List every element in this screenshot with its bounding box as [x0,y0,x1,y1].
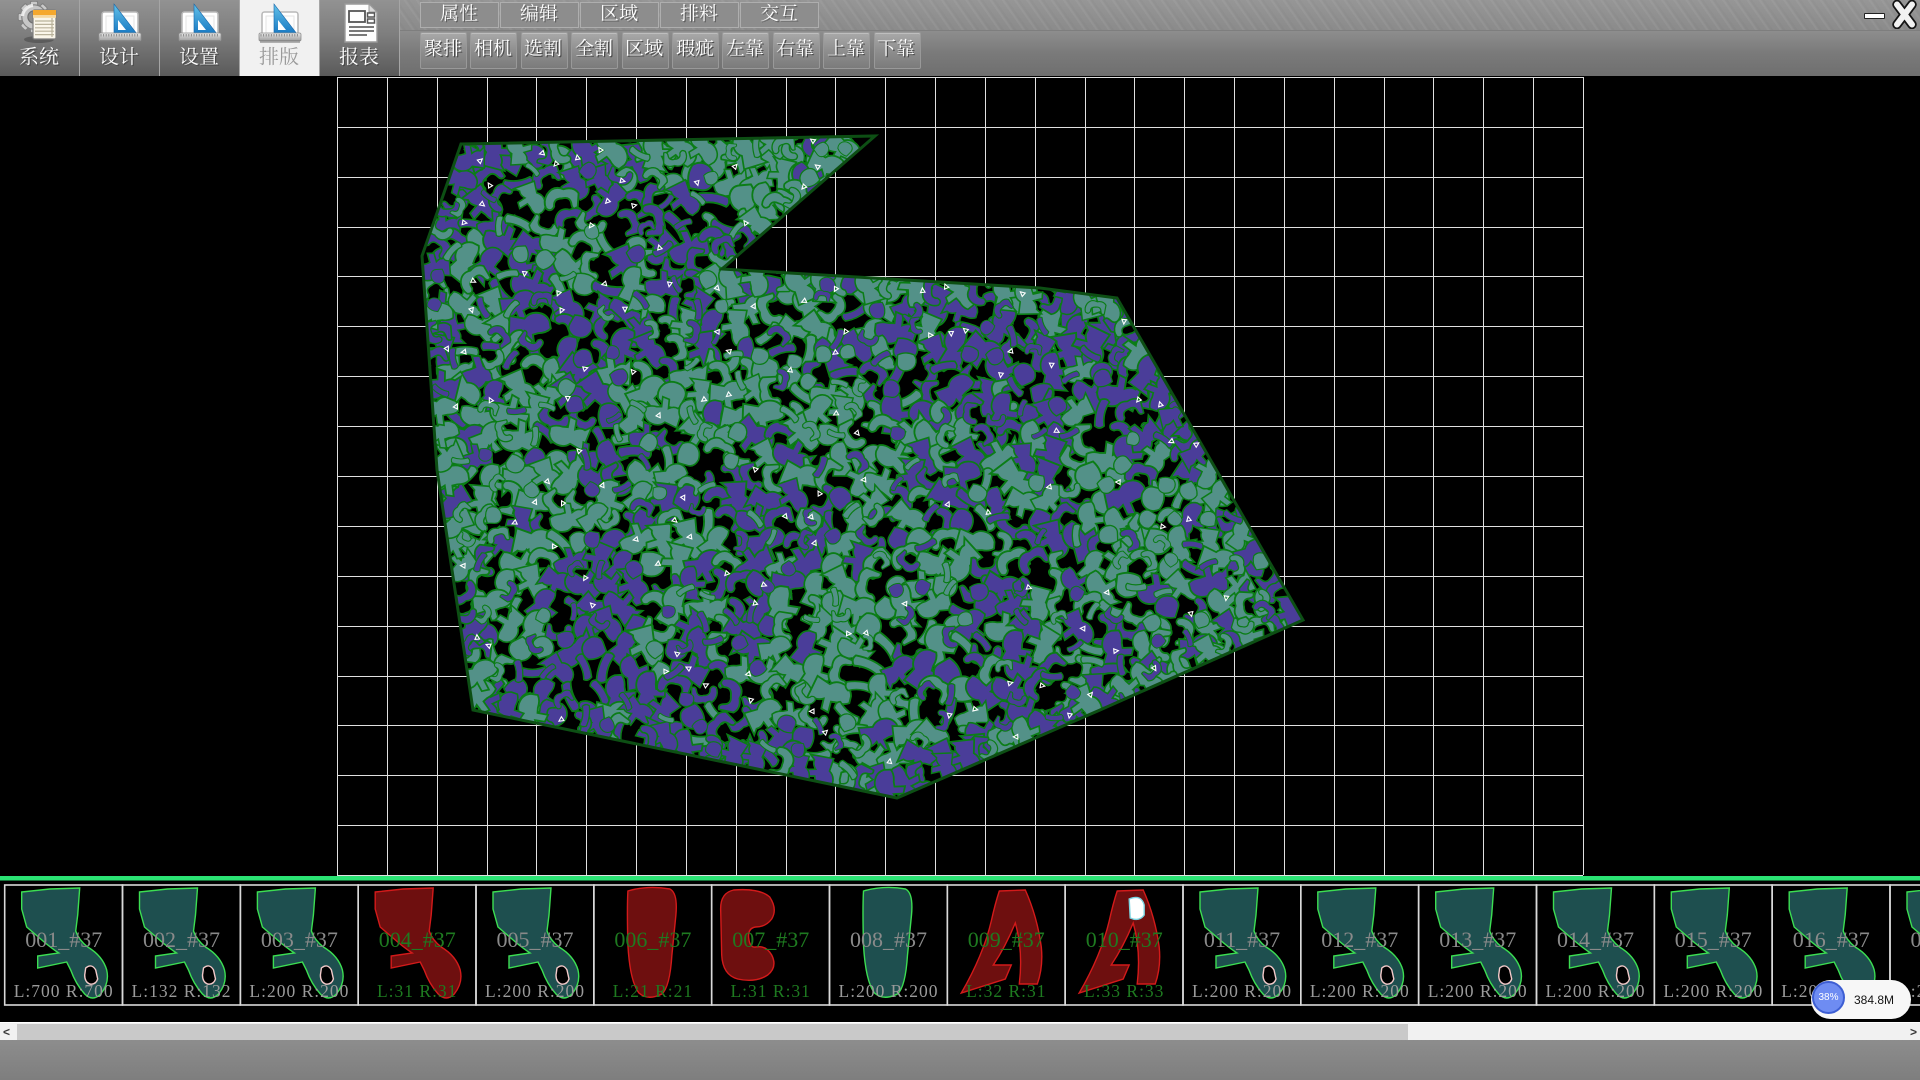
svg-text:012_#37: 012_#37 [1321,927,1398,952]
svg-text:009_#37: 009_#37 [968,927,1045,952]
svg-text:001_#37: 001_#37 [25,927,102,952]
svg-text:L:21 R:21: L:21 R:21 [613,981,693,1001]
svg-text:014_#37: 014_#37 [1557,927,1634,952]
svg-text:L:700 R:700: L:700 R:700 [14,981,114,1001]
svg-text:L:32 R:31: L:32 R:31 [966,981,1046,1001]
svg-text:010_#37: 010_#37 [1086,927,1163,952]
svg-text:003_#37: 003_#37 [261,927,338,952]
svg-text:004_#37: 004_#37 [379,927,456,952]
svg-text:L:200 R:200: L:200 R:200 [1428,981,1528,1001]
svg-text:006_#37: 006_#37 [614,927,691,952]
svg-text:L:200 R:200: L:200 R:200 [1192,981,1292,1001]
svg-text:L:132 R:132: L:132 R:132 [132,981,232,1001]
svg-text:L:200 R:200: L:200 R:200 [1546,981,1646,1001]
svg-text:005_#37: 005_#37 [497,927,574,952]
svg-text:L:200 R:200: L:200 R:200 [485,981,585,1001]
svg-text:L:33 R:33: L:33 R:33 [1084,981,1164,1001]
svg-text:008_#37: 008_#37 [850,927,927,952]
svg-text:017_#37: 017_#37 [1911,927,1920,952]
svg-text:016_#37: 016_#37 [1793,927,1870,952]
svg-text:L:200 R:200: L:200 R:200 [249,981,349,1001]
svg-text:007_#37: 007_#37 [732,927,809,952]
svg-text:002_#37: 002_#37 [143,927,220,952]
svg-text:L:31 R:31: L:31 R:31 [730,981,810,1001]
svg-text:L:200 R:200: L:200 R:200 [1310,981,1410,1001]
svg-text:L:200 R:200: L:200 R:200 [1663,981,1763,1001]
svg-text:011_#37: 011_#37 [1204,927,1280,952]
svg-text:013_#37: 013_#37 [1439,927,1516,952]
svg-text:L:200 R:200: L:200 R:200 [839,981,939,1001]
svg-text:L:31 R:31: L:31 R:31 [377,981,457,1001]
svg-text:015_#37: 015_#37 [1675,927,1752,952]
